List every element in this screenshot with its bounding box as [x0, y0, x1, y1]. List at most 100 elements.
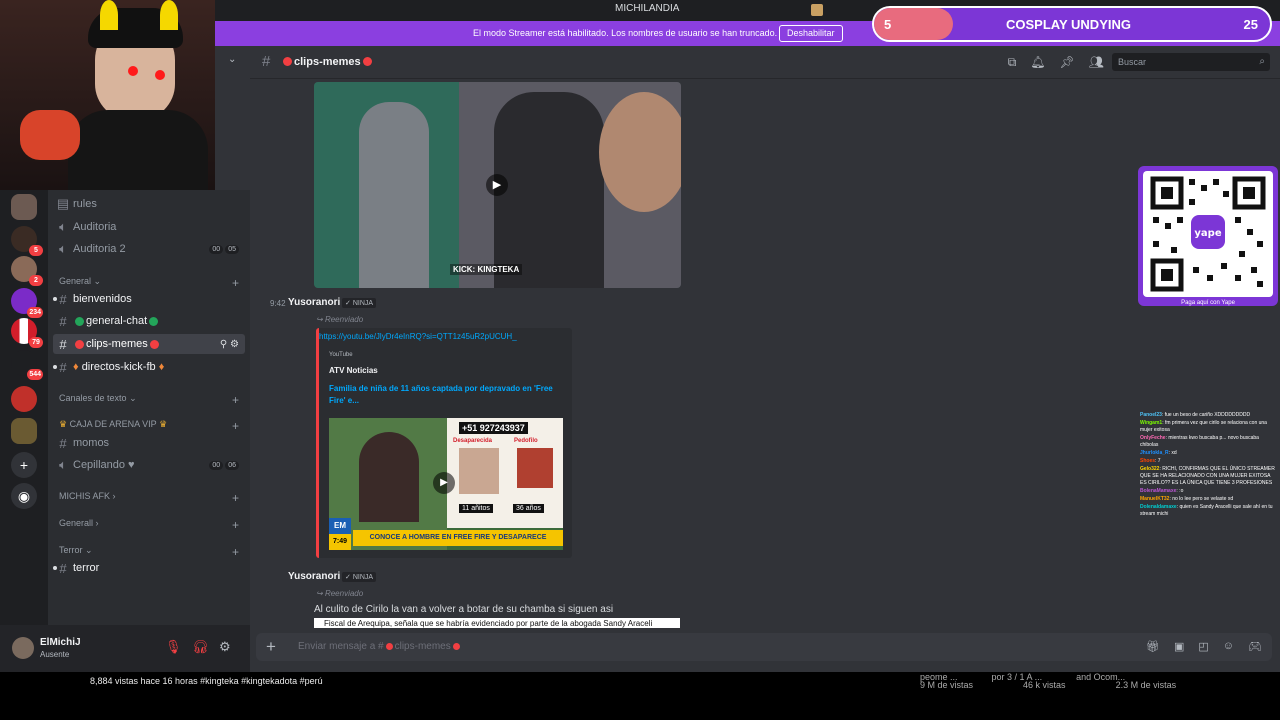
stream-chat-user: Gelo322	[1140, 466, 1160, 472]
server-icon[interactable]: 234	[11, 288, 43, 318]
server-list: 5 2 234 79 544 + ◉	[0, 190, 48, 625]
speaker-icon: 🔈︎	[59, 241, 67, 256]
server-icon[interactable]: 5	[11, 226, 43, 256]
red-circle-icon	[283, 57, 292, 66]
channel-bienvenidos[interactable]: # bienvenidos	[53, 289, 245, 309]
gif-icon[interactable]: ▣	[1174, 640, 1184, 653]
thumbnail-phone: +51 927243937	[459, 422, 528, 434]
chevron-down-icon: ⌄	[85, 545, 93, 555]
play-icon[interactable]: ▶	[486, 174, 508, 196]
members-icon[interactable]: 👥︎	[1089, 55, 1104, 70]
message-author[interactable]: Yusoranori	[288, 297, 340, 308]
apps-icon[interactable]: 🎮︎	[1248, 640, 1262, 653]
stream-chat-message: BolenaMamaxe: :o	[1140, 488, 1276, 495]
stream-chat-overlay: Panoel23: fue un beso de cariño XDDDDDDD…	[1140, 412, 1276, 547]
bell-icon[interactable]: 🔔︎	[1030, 55, 1045, 70]
server-icon[interactable]: 2	[11, 256, 43, 286]
stream-chat-user: BolenaMamaxe	[1140, 488, 1177, 494]
avatar[interactable]	[12, 637, 34, 659]
speaker-icon: 🔈︎	[59, 219, 67, 234]
chevron-down-icon[interactable]: ⌄	[228, 54, 236, 65]
add-channel-icon[interactable]: +	[232, 491, 239, 505]
message-composer[interactable]: + Enviar mensaje a # clips-memes 🎁︎ ▣ ◰ ☺…	[256, 633, 1272, 661]
server-icon[interactable]: 79	[11, 318, 43, 348]
hash-icon: #	[59, 336, 67, 352]
gift-icon[interactable]: 🎁︎	[1146, 640, 1160, 653]
channel-general-chat[interactable]: # general-chat	[53, 311, 245, 331]
explore-servers-icon[interactable]: ◉	[11, 483, 37, 509]
green-circle-icon	[149, 316, 159, 326]
embed-thumbnail[interactable]: +51 927243937 Desaparecida Pedofilo 11 a…	[329, 418, 563, 550]
hash-icon: #	[59, 435, 67, 451]
category-caja-de-arena[interactable]: ♛ CAJA DE ARENA VIP ♛ +	[59, 419, 245, 433]
mic-muted-icon[interactable]: 🎙︎	[165, 639, 182, 655]
stream-chat-user: ManuelKT32	[1140, 496, 1170, 502]
message-author[interactable]: Yusoranori	[288, 571, 340, 582]
qr-pattern: yape	[1150, 176, 1266, 292]
channel-title: clips-memes	[281, 56, 374, 68]
chat-header: # clips-memes ⧉ 🔔︎ 📌︎ 👥︎ Buscar ⌕	[250, 46, 1280, 79]
video-attachment[interactable]: ▶ KICK: KINGTEKA	[314, 82, 681, 288]
stream-chat-message: OnlyFeche: mientras kwo buscaba p... nov…	[1140, 435, 1276, 449]
category-general[interactable]: General ⌄ +	[59, 276, 245, 290]
gear-icon[interactable]: ⚙	[230, 339, 239, 350]
category-terror[interactable]: Terror ⌄ +	[59, 545, 245, 559]
add-channel-icon[interactable]: +	[232, 518, 239, 532]
channel-terror[interactable]: # terror	[53, 558, 245, 578]
channel-auditoria-2[interactable]: 🔈︎ Auditoria 2 00 05	[53, 239, 245, 259]
svg-text:yape: yape	[1194, 228, 1221, 239]
headphones-muted-icon[interactable]: 🎧︎	[192, 639, 209, 655]
stream-chat-message: Shoes: 7	[1140, 458, 1276, 465]
channel-directos-kick-fb[interactable]: # ♦ directos-kick-fb ♦	[53, 357, 245, 377]
emoji-icon[interactable]: ☺	[1223, 640, 1234, 653]
channel-clips-memes[interactable]: # clips-memes ⚲ ⚙	[53, 334, 245, 354]
add-member-icon[interactable]: ⚲	[220, 339, 227, 350]
add-channel-icon[interactable]: +	[232, 545, 239, 559]
stream-chat-text: : :o	[1176, 488, 1184, 494]
gear-icon[interactable]: ⚙	[219, 639, 231, 655]
add-channel-icon[interactable]: +	[232, 276, 239, 290]
server-icon[interactable]	[11, 386, 37, 412]
qr-code-image: yape	[1143, 171, 1273, 297]
channel-cepillando[interactable]: 🔈︎ Cepillando ♥ 00 06	[53, 455, 245, 475]
add-server-icon[interactable]: +	[11, 452, 37, 478]
embed-author[interactable]: ATV Noticias	[329, 366, 378, 375]
server-icon[interactable]	[11, 418, 37, 444]
thumbnail-headline: CONOCE A HOMBRE EN FREE FIRE Y DESAPAREC…	[353, 530, 563, 546]
chevron-down-icon: ⌄	[129, 393, 137, 403]
stream-chat-message: Jhurlokla_R: xd	[1140, 450, 1276, 457]
pin-icon[interactable]: 📌︎	[1060, 55, 1075, 70]
play-icon[interactable]: ▶	[433, 472, 455, 494]
embed-title[interactable]: Familia de niña de 11 años captada por d…	[329, 383, 554, 407]
message-link[interactable]: https://youtu.be/JlyDr4eInRQ?si=QTT1z45u…	[319, 332, 517, 341]
crown-icon: ♛	[159, 419, 168, 429]
stream-chat-user: Shoes	[1140, 458, 1156, 464]
webcam-overlay	[0, 0, 215, 190]
stream-chat-user: Jhurlokla_R	[1140, 450, 1169, 456]
message-text: Al culito de Cirilo la van a volver a bo…	[314, 604, 614, 615]
embed-provider: YouTube	[329, 352, 353, 358]
category-canales-de-texto[interactable]: Canales de texto ⌄ +	[59, 393, 245, 407]
channel-momos[interactable]: # momos	[53, 433, 245, 453]
chevron-right-icon: ›	[95, 518, 99, 528]
server-icon[interactable]	[11, 194, 37, 220]
disable-streamer-mode-button[interactable]: Deshabilitar	[779, 25, 843, 42]
category-generall[interactable]: Generall › +	[59, 518, 245, 532]
server-logo-icon	[811, 4, 823, 16]
threads-icon[interactable]: ⧉	[1008, 55, 1017, 70]
message-list: ▶ KICK: KINGTEKA 9:42 Yusoranori ✓ NINJA…	[250, 80, 1280, 628]
category-michis-afk[interactable]: MICHIS AFK › +	[59, 491, 245, 505]
add-channel-icon[interactable]: +	[232, 393, 239, 407]
server-icon[interactable]: 544	[11, 350, 43, 380]
hash-icon: #	[262, 53, 271, 70]
channel-rules[interactable]: ▤ rules	[53, 194, 245, 214]
fire-icon: ♦	[73, 361, 79, 373]
stream-chat-text: : xd	[1168, 450, 1177, 456]
search-input[interactable]: Buscar ⌕	[1112, 53, 1270, 71]
chevron-down-icon: ⌄	[93, 276, 102, 286]
add-channel-icon[interactable]: +	[232, 419, 239, 433]
channel-auditoria[interactable]: 🔈︎ Auditoria	[53, 217, 245, 237]
add-attachment-icon[interactable]: +	[266, 637, 276, 657]
stream-chat-message: Gelo322: RICHI, CONFIRMAS QUE EL ÚNICO S…	[1140, 466, 1276, 487]
sticker-icon[interactable]: ◰	[1198, 640, 1208, 653]
